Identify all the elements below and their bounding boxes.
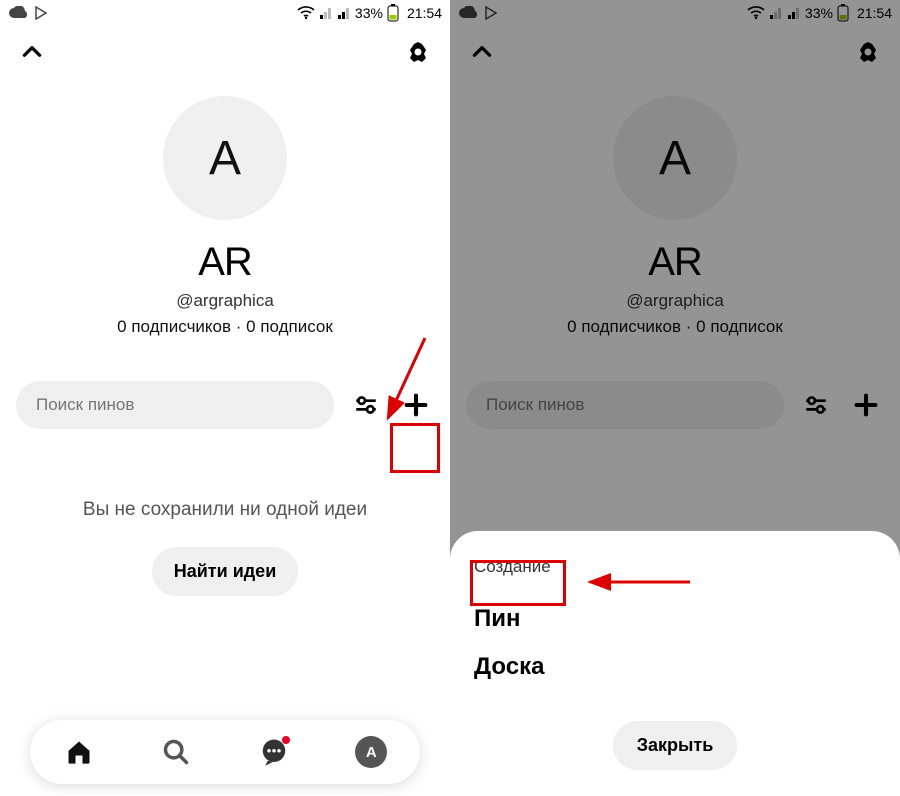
sheet-title: Создание <box>474 557 876 577</box>
home-icon <box>65 738 93 766</box>
nav-profile[interactable]: A <box>349 730 393 774</box>
profile-section: A AR @argraphica 0 подписчиков · 0 подпи… <box>0 96 450 337</box>
profile-stats: 0 подписчиков · 0 подписок <box>117 317 333 337</box>
battery-icon <box>387 4 399 22</box>
profile-name: AR <box>198 240 252 285</box>
search-icon <box>162 738 190 766</box>
notification-badge <box>282 736 290 744</box>
status-bar: 33% 21:54 <box>0 0 450 26</box>
sliders-icon <box>353 392 379 418</box>
filter-button[interactable] <box>348 387 384 423</box>
find-ideas-button[interactable]: Найти идеи <box>152 547 299 596</box>
chevron-up-icon <box>19 39 45 65</box>
create-sheet: Создание Пин Доска Закрыть <box>450 531 900 796</box>
sheet-close-button[interactable]: Закрыть <box>613 721 738 770</box>
battery-pct: 33% <box>355 5 383 21</box>
avatar[interactable]: A <box>163 96 287 220</box>
signal-1-icon <box>319 6 333 20</box>
empty-state: Вы не сохранили ни одной идеи Найти идеи <box>0 499 450 596</box>
play-store-icon <box>34 6 48 20</box>
empty-message: Вы не сохранили ни одной идеи <box>63 499 387 521</box>
search-row <box>0 381 450 429</box>
nav-notifications[interactable] <box>252 730 296 774</box>
app-header <box>0 26 450 78</box>
nav-home[interactable] <box>57 730 101 774</box>
signal-2-icon <box>337 6 351 20</box>
avatar-mini: A <box>355 736 387 768</box>
annotation-box-plus <box>390 423 440 473</box>
clock-text: 21:54 <box>407 5 442 21</box>
screen-profile: 33% 21:54 A AR @argraphica 0 подписчиков… <box>0 0 450 796</box>
gear-icon <box>406 40 430 64</box>
bottom-nav: A <box>30 720 420 784</box>
settings-button[interactable] <box>400 34 436 70</box>
nav-search[interactable] <box>154 730 198 774</box>
add-button[interactable] <box>398 387 434 423</box>
wifi-icon <box>297 6 315 20</box>
sheet-option-pin[interactable]: Пин <box>474 595 876 643</box>
cloud-icon <box>8 6 28 20</box>
chevron-up-button[interactable] <box>14 34 50 70</box>
search-input[interactable] <box>16 381 334 429</box>
sheet-option-board[interactable]: Доска <box>474 643 876 691</box>
profile-handle: @argraphica <box>176 291 274 311</box>
avatar-letter: A <box>209 131 241 186</box>
plus-icon <box>402 391 430 419</box>
screen-create-sheet: 33% 21:54 A AR @argraphica 0 подписчиков… <box>450 0 900 796</box>
